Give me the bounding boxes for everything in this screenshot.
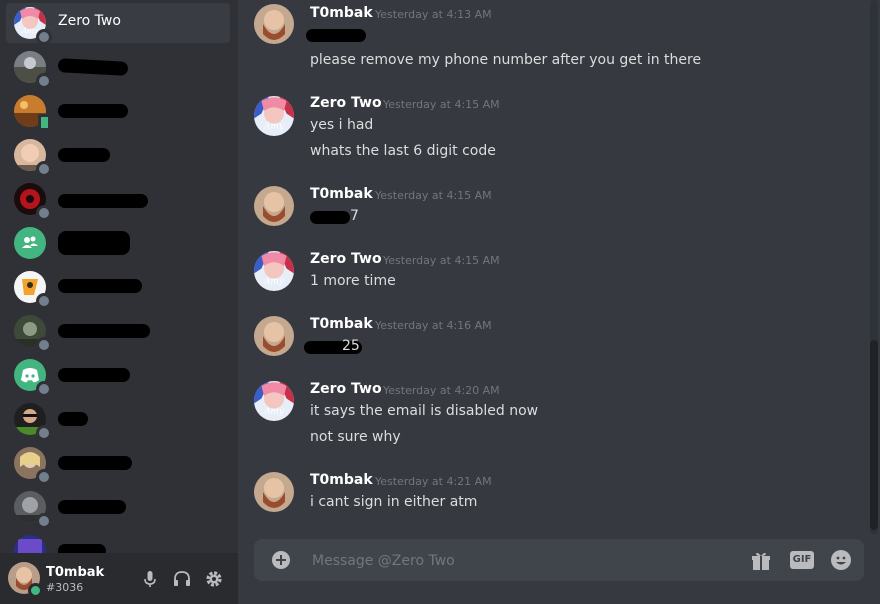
avatar[interactable]: [254, 316, 294, 356]
message-text: 25: [342, 338, 360, 354]
redacted-name: [58, 231, 130, 255]
status-offline-icon: [36, 381, 52, 397]
message-author[interactable]: T0mbak: [310, 5, 373, 21]
message-text: 7: [350, 208, 359, 224]
message-timestamp: Yesterday at 4:20 AM: [383, 384, 500, 397]
message-timestamp: Yesterday at 4:21 AM: [375, 475, 492, 488]
message-author[interactable]: T0mbak: [310, 472, 373, 488]
microphone-icon: [144, 571, 156, 587]
username: T0mbak: [46, 565, 105, 580]
message-author[interactable]: Zero Two: [310, 381, 382, 397]
dm-item-zero-two[interactable]: Amy Zero Two: [6, 3, 230, 45]
redacted-name: [58, 104, 128, 118]
redacted-name: [58, 148, 110, 162]
message-timestamp: Yesterday at 4:16 AM: [375, 319, 492, 332]
redacted-name: [58, 456, 132, 470]
message-text: not sure why: [310, 429, 401, 445]
dm-item[interactable]: [6, 399, 230, 441]
group-icon: [14, 227, 46, 259]
dm-sidebar: Amy Zero Two T0mbak #3036: [0, 0, 238, 604]
redacted-name: [58, 324, 150, 338]
status-offline-icon: [36, 205, 52, 221]
user-panel: T0mbak #3036: [0, 553, 238, 604]
avatar[interactable]: [254, 186, 294, 226]
status-mobile-icon: [38, 114, 51, 131]
emoji-icon: [831, 550, 851, 570]
status-offline-icon: [36, 337, 52, 353]
avatar[interactable]: [254, 472, 294, 512]
message-text: please remove my phone number after you …: [310, 52, 702, 68]
status-online-icon: [28, 583, 43, 598]
message-text: it says the email is disabled now: [310, 403, 539, 419]
status-offline-icon: [36, 293, 52, 309]
message-timestamp: Yesterday at 4:15 AM: [383, 98, 500, 111]
redacted-name: [58, 279, 142, 293]
gif-button[interactable]: GIF: [790, 551, 814, 569]
status-offline-icon: [36, 469, 52, 485]
status-offline-icon: [36, 73, 52, 89]
redacted-name: [58, 194, 148, 208]
gear-icon: [206, 571, 222, 587]
dm-item[interactable]: [6, 487, 230, 529]
dm-item[interactable]: [6, 311, 230, 353]
redacted-name: [58, 412, 88, 426]
mute-microphone-button[interactable]: [140, 569, 160, 589]
avatar: [14, 535, 46, 553]
headphones-icon: [174, 571, 190, 586]
avatar[interactable]: Amy: [254, 96, 294, 136]
dm-item[interactable]: [6, 47, 230, 89]
avatar[interactable]: Amy: [254, 251, 294, 291]
plus-circle-icon: [272, 551, 290, 569]
direct-message-list: Amy Zero Two: [0, 0, 238, 553]
dm-item[interactable]: [6, 91, 230, 131]
svg-text:Amy: Amy: [263, 407, 285, 417]
dm-item[interactable]: [6, 267, 230, 309]
dm-item[interactable]: [6, 179, 230, 221]
redacted-name: [58, 500, 126, 514]
dm-item[interactable]: [6, 443, 230, 485]
message-timestamp: Yesterday at 4:15 AM: [383, 254, 500, 267]
scrollbar-thumb[interactable]: [870, 340, 878, 530]
gift-button[interactable]: [750, 550, 772, 572]
redacted-text: [310, 211, 350, 224]
status-offline-icon: [36, 425, 52, 441]
avatar[interactable]: [254, 4, 294, 44]
redacted-name: [57, 58, 129, 76]
svg-text:Amy: Amy: [263, 277, 285, 287]
message-author[interactable]: T0mbak: [310, 316, 373, 332]
avatar[interactable]: Amy: [254, 381, 294, 421]
redacted-name: [58, 368, 130, 382]
message-text: yes i had: [310, 117, 374, 133]
message-author[interactable]: Zero Two: [310, 251, 382, 267]
dm-item-name: Zero Two: [58, 13, 121, 29]
redacted-name: [58, 544, 106, 553]
status-offline-icon: [36, 29, 52, 45]
message-author[interactable]: Zero Two: [310, 95, 382, 111]
user-discriminator: #3036: [46, 581, 84, 594]
message-timestamp: Yesterday at 4:15 AM: [375, 189, 492, 202]
message-text: whats the last 6 digit code: [310, 143, 496, 159]
redacted-text: [306, 29, 366, 42]
message-input[interactable]: [310, 539, 734, 583]
chat-panel: T0mbak Yesterday at 4:13 AM please remov…: [238, 0, 880, 604]
dm-item[interactable]: [6, 135, 230, 177]
emoji-button[interactable]: [830, 549, 852, 571]
dm-item[interactable]: [6, 355, 230, 397]
svg-text:Amy: Amy: [263, 122, 285, 132]
dm-item-group[interactable]: [6, 223, 230, 263]
status-offline-icon: [36, 513, 52, 529]
dm-item[interactable]: [6, 531, 230, 553]
message-timestamp: Yesterday at 4:13 AM: [375, 8, 492, 21]
deafen-button[interactable]: [172, 569, 192, 589]
user-settings-button[interactable]: [204, 569, 224, 589]
gift-icon: [752, 552, 770, 570]
status-offline-icon: [36, 161, 52, 177]
message-author[interactable]: T0mbak: [310, 186, 373, 202]
message-text: 1 more time: [310, 273, 396, 289]
attach-button[interactable]: [271, 550, 291, 570]
message-composer: GIF: [254, 539, 864, 583]
message-text: i cant sign in either atm: [310, 494, 478, 510]
